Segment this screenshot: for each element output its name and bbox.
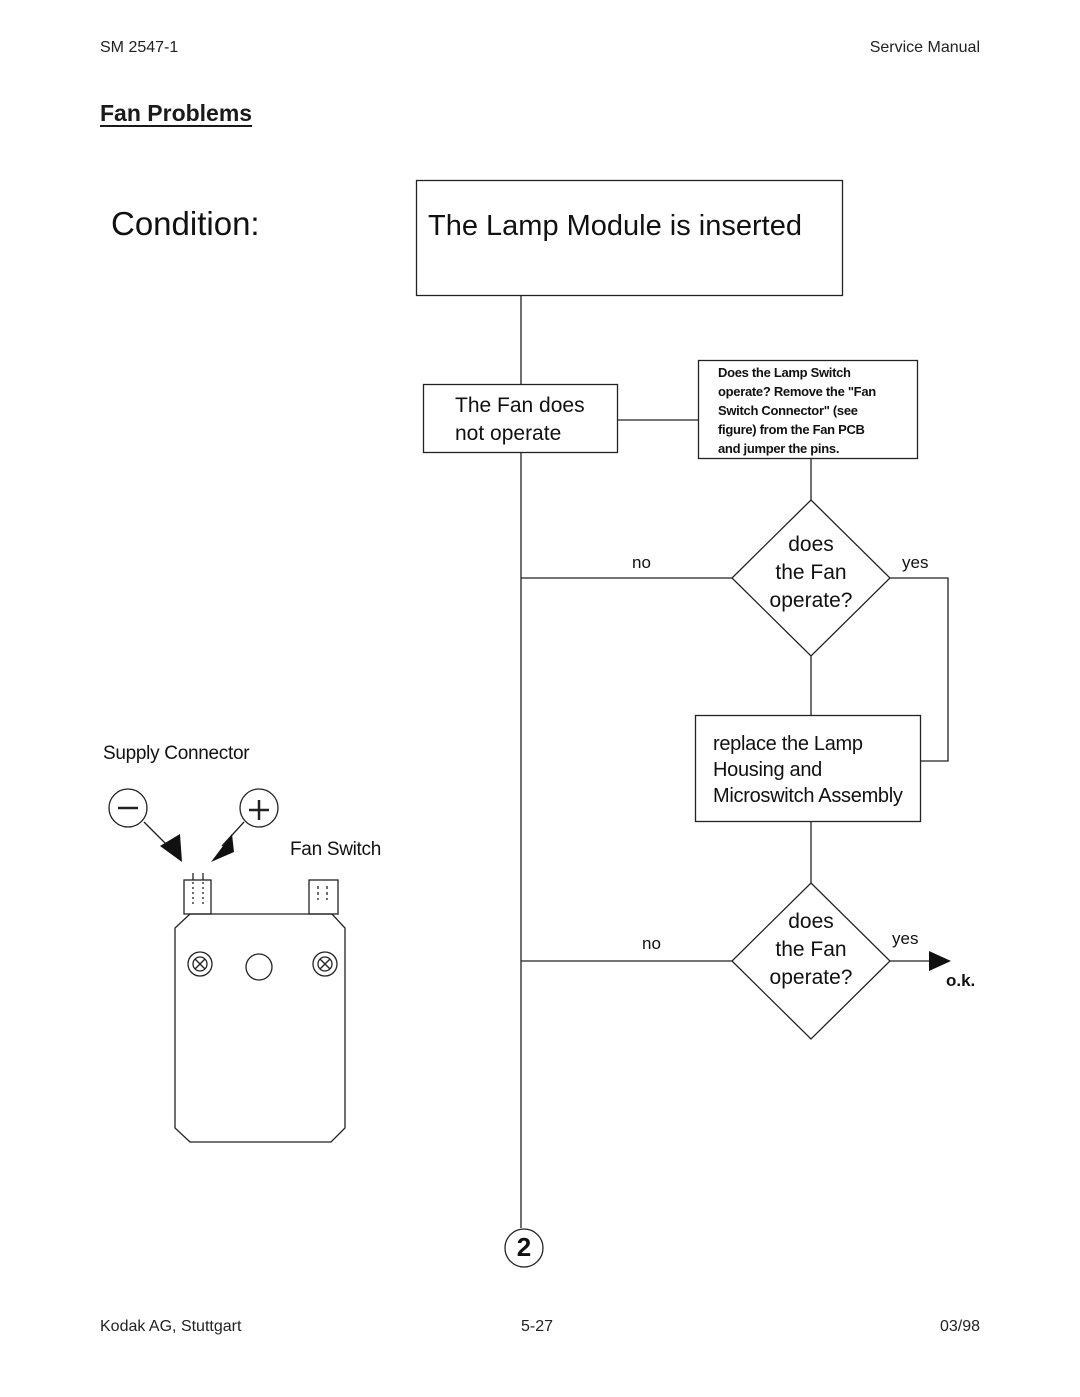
ok-arrowhead bbox=[929, 951, 951, 971]
check-line-5: and jumper the pins. bbox=[718, 441, 840, 456]
check-line-1: Does the Lamp Switch bbox=[718, 365, 851, 380]
action-line-1: replace the Lamp bbox=[713, 733, 863, 755]
check-line-4: figure) from the Fan PCB bbox=[718, 422, 865, 437]
plus-arrow-line bbox=[221, 821, 245, 847]
decision-2-no-label: no bbox=[642, 934, 661, 953]
decision-2-yes-label: yes bbox=[892, 929, 919, 948]
decision-2-line-1: does bbox=[788, 910, 834, 933]
action-box-text: replace the Lamp Housing and Microswitch… bbox=[713, 731, 903, 809]
decision-1-line-2: the Fan bbox=[775, 561, 847, 584]
decision-2-line-3: operate? bbox=[769, 966, 853, 989]
action-line-3: Microswitch Assembly bbox=[713, 785, 903, 807]
decision-2-line-2: the Fan bbox=[775, 938, 847, 961]
decision-1-line-1: does bbox=[788, 533, 834, 556]
supply-connector-block bbox=[183, 879, 212, 915]
ok-label: o.k. bbox=[946, 971, 976, 990]
center-hole bbox=[245, 953, 273, 981]
check-line-3: Switch Connector" (see bbox=[718, 403, 858, 418]
fan-switch-label: Fan Switch bbox=[290, 839, 381, 860]
footer-date: 03/98 bbox=[939, 1318, 980, 1335]
check-box-text: Does the Lamp Switch operate? Remove the… bbox=[718, 363, 876, 458]
fan-pcb-outline bbox=[174, 913, 346, 1143]
action-line-2: Housing and bbox=[713, 759, 823, 781]
start-box-text: The Lamp Module is inserted bbox=[428, 210, 802, 242]
connector-label: 2 bbox=[516, 1232, 532, 1262]
decision-2-text: does the Fan operate? bbox=[741, 908, 881, 992]
decision-1-yes-label: yes bbox=[902, 553, 929, 572]
decision-1-line-3: operate? bbox=[769, 589, 853, 612]
plus-arrowhead bbox=[211, 834, 234, 862]
symptom-box-text: The Fan does not operate bbox=[455, 392, 585, 448]
decision-1-no-label: no bbox=[632, 553, 651, 572]
fan-switch-connector-block bbox=[308, 879, 339, 915]
check-line-2: operate? Remove the "Fan bbox=[718, 384, 876, 399]
footer-page-number: 5-27 bbox=[521, 1318, 554, 1335]
symptom-line-1: The Fan does bbox=[455, 394, 585, 417]
decision-1-text: does the Fan operate? bbox=[741, 531, 881, 615]
footer-company: Kodak AG, Stuttgart bbox=[100, 1318, 242, 1335]
supply-connector-label: Supply Connector bbox=[103, 743, 250, 764]
minus-arrowhead bbox=[160, 834, 182, 862]
symptom-line-2: not operate bbox=[455, 422, 562, 445]
